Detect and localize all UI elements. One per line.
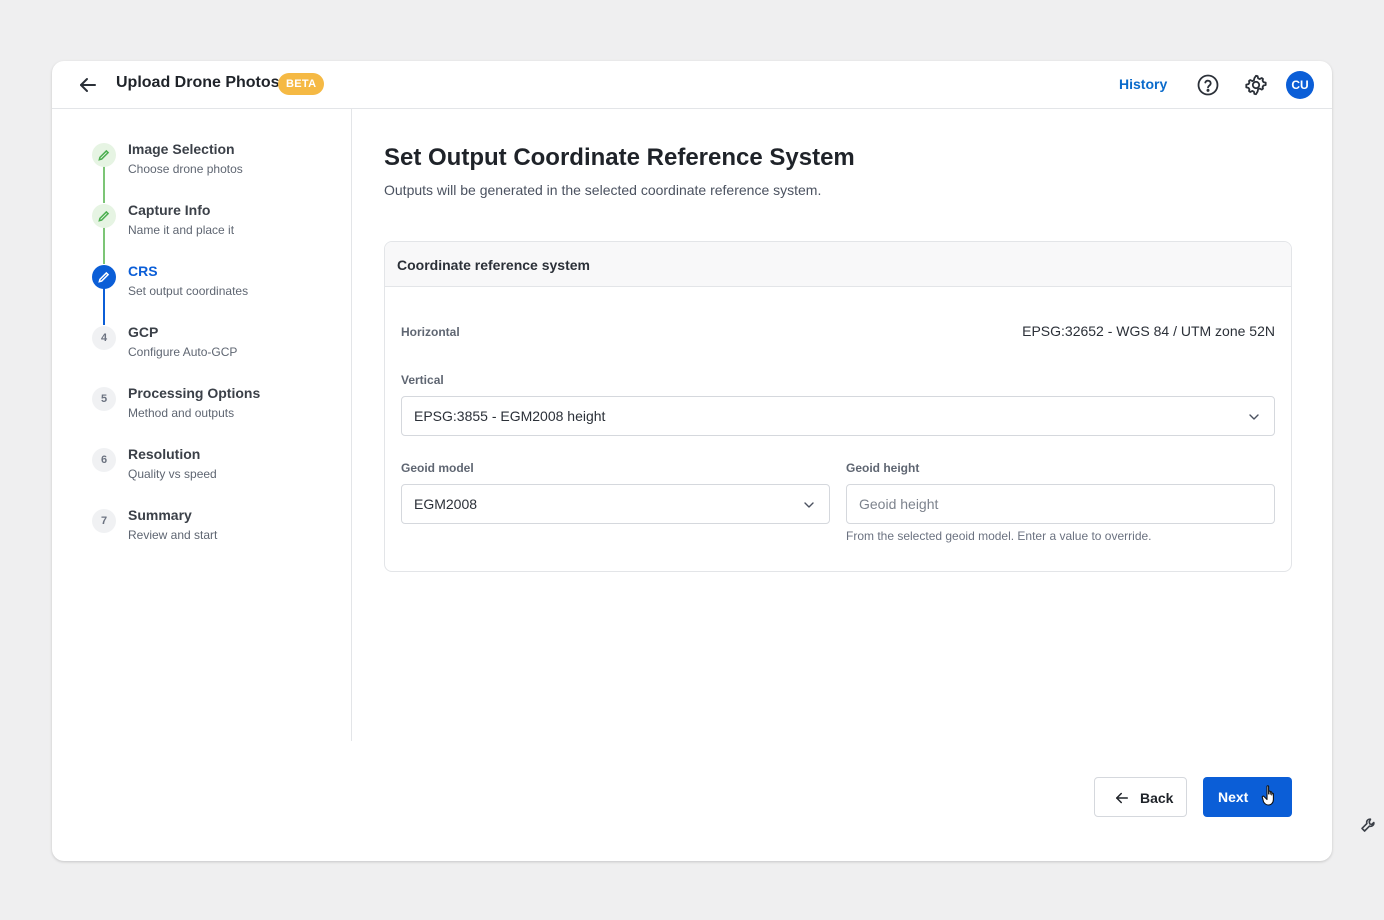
geoid-height-helper: From the selected geoid model. Enter a v… [846,529,1152,543]
back-button-label: Back [1140,790,1174,806]
step-complete-indicator [92,204,116,228]
step-number: 7 [92,509,116,533]
step-subtitle: Review and start [128,528,218,542]
geoid-model-selected: EGM2008 [414,496,478,512]
step-crs[interactable]: CRS Set output coordinates [92,263,332,313]
section-title: Set Output Coordinate Reference System [384,144,855,171]
step-subtitle: Quality vs speed [128,467,217,481]
crs-panel-title: Coordinate reference system [397,257,590,273]
step-capture-info[interactable]: Capture Info Name it and place it [92,202,332,252]
horizontal-label: Horizontal [401,325,460,339]
step-summary[interactable]: 7 Summary Review and start [92,507,332,557]
vertical-label: Vertical [401,373,444,387]
step-title: CRS [128,263,158,279]
horizontal-crs-value: EPSG:32652 - WGS 84 / UTM zone 52N [1022,323,1275,339]
section-subtitle: Outputs will be generated in the selecte… [384,182,822,198]
app-header: Upload Drone Photos BETA History CU [52,61,1332,109]
next-button[interactable]: Next [1203,777,1292,817]
step-number: 5 [92,387,116,411]
hand-pointer-icon [1261,785,1274,806]
step-number: 4 [92,326,116,350]
step-subtitle: Configure Auto-GCP [128,345,238,359]
step-subtitle: Name it and place it [128,223,235,237]
upload-wizard-card: Upload Drone Photos BETA History CU Imag… [52,61,1332,861]
step-title: GCP [128,324,159,340]
geoid-height-label: Geoid height [846,461,920,475]
chevron-down-icon [1249,414,1259,420]
step-complete-indicator [92,143,116,167]
wrench-icon[interactable] [1360,817,1376,833]
step-image-selection[interactable]: Image Selection Choose drone photos [92,141,332,191]
chevron-down-icon [804,502,814,508]
wizard-stepper: Image Selection Choose drone photos Capt… [52,109,352,741]
step-processing-options[interactable]: 5 Processing Options Method and outputs [92,385,332,435]
beta-badge: BETA [278,73,325,95]
step-resolution[interactable]: 6 Resolution Quality vs speed [92,446,332,496]
step-title: Capture Info [128,202,211,218]
pencil-icon [98,210,110,222]
back-arrow-icon[interactable] [76,73,100,97]
user-avatar[interactable]: CU [1286,71,1314,99]
arrow-left-icon [1116,792,1128,804]
next-button-label: Next [1218,789,1249,805]
step-title: Resolution [128,446,201,462]
step-active-indicator [92,265,116,289]
pencil-icon [98,271,110,283]
step-subtitle: Method and outputs [128,406,235,420]
step-title: Image Selection [128,141,235,157]
vertical-crs-selected: EPSG:3855 - EGM2008 height [414,408,606,424]
geoid-height-input[interactable] [847,485,1274,523]
step-subtitle: Set output coordinates [128,284,249,298]
gear-icon[interactable] [1244,73,1268,97]
history-link[interactable]: History [1119,76,1167,92]
vertical-crs-select[interactable]: EPSG:3855 - EGM2008 height [401,396,1275,436]
help-circle-icon[interactable] [1196,73,1220,97]
step-title: Processing Options [128,385,261,401]
step-subtitle: Choose drone photos [128,162,243,176]
page-title: Upload Drone Photos [116,74,280,91]
crs-panel: Coordinate reference system Horizontal E… [384,241,1292,572]
geoid-model-select[interactable]: EGM2008 [401,484,830,524]
step-title: Summary [128,507,192,523]
step-number: 6 [92,448,116,472]
step-gcp[interactable]: 4 GCP Configure Auto-GCP [92,324,332,374]
geoid-height-field [846,484,1275,524]
pencil-icon [98,149,110,161]
geoid-model-label: Geoid model [401,461,474,475]
back-button[interactable]: Back [1094,777,1187,817]
crs-panel-header: Coordinate reference system [385,242,1291,287]
